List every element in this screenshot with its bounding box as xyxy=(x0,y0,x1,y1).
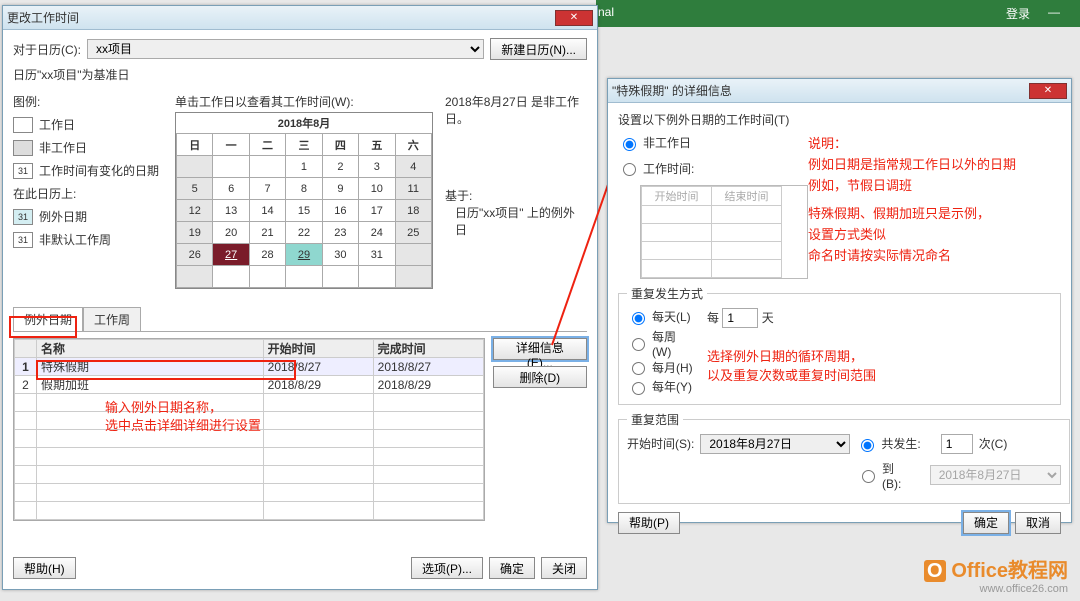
recur-note1: 选择例外日期的循环周期， xyxy=(707,346,876,365)
every-input[interactable] xyxy=(722,308,758,328)
annot-text-2: 选中点击详细详细进行设置 xyxy=(105,415,261,434)
recurrence-title: 重复发生方式 xyxy=(627,285,707,302)
note-l3: 特殊假期、假期加班只是示例， xyxy=(808,204,1058,225)
grid-col-end: 结束时间 xyxy=(712,187,782,206)
legend-work-icon xyxy=(13,117,33,133)
dow-fri: 五 xyxy=(359,134,395,156)
legend-nonwork: 非工作日 xyxy=(39,139,87,156)
options-button[interactable]: 选项(P)... xyxy=(411,557,483,579)
month-calendar[interactable]: 2018年8月 日 一 二 三 四 五 六 1234 567891011 xyxy=(175,112,433,289)
dow-mon: 一 xyxy=(213,134,249,156)
help-button[interactable]: 帮助(H) xyxy=(13,557,76,579)
range-title: 重复范围 xyxy=(627,411,683,428)
start-label: 开始时间(S): xyxy=(627,435,694,452)
app-ribbon-bg: nal 登录 — xyxy=(596,0,1080,27)
start-date-select[interactable]: 2018年8月27日 xyxy=(700,434,850,454)
worktime-grid: 开始时间结束时间 xyxy=(640,185,808,279)
close-icon[interactable]: ✕ xyxy=(555,10,593,26)
watermark: O Office教程网 www.office26.com xyxy=(924,554,1068,595)
help-button-2[interactable]: 帮助(P) xyxy=(618,512,680,534)
on-this-cal: 在此日历上: xyxy=(13,185,163,202)
base-calendar-line: 日历"xx项目"为基准日 xyxy=(13,66,587,83)
ok-button-2[interactable]: 确定 xyxy=(963,512,1009,534)
table-row: 2 假期加班 2018/8/29 2018/8/29 xyxy=(15,376,484,394)
legend-exception: 例外日期 xyxy=(39,208,87,225)
calendar-select[interactable]: xx项目 xyxy=(87,39,484,59)
dow-tue: 二 xyxy=(249,134,285,156)
radio-worktime[interactable]: 工作时间: xyxy=(618,160,694,177)
note-title: 说明： xyxy=(808,134,1058,155)
radio-monthly[interactable]: 每月(H) xyxy=(627,359,693,376)
radio-weekly[interactable]: 每周(W) xyxy=(627,328,693,359)
login-link[interactable]: 登录 xyxy=(1006,5,1030,22)
win2-title: "特殊假期" 的详细信息 xyxy=(612,82,732,99)
grid-col-start: 开始时间 xyxy=(642,187,712,206)
dow-thu: 四 xyxy=(322,134,358,156)
close-icon[interactable]: ✕ xyxy=(1029,83,1067,99)
note-l5: 命名时请按实际情况命名 xyxy=(808,246,1058,267)
radio-nonwork[interactable]: 非工作日 xyxy=(618,134,691,151)
table-row: 1 特殊假期 2018/8/27 2018/8/27 xyxy=(15,358,484,376)
legend-changed: 工作时间有变化的日期 xyxy=(39,162,159,179)
every-label: 每 xyxy=(707,311,719,325)
until-date-select[interactable]: 2018年8月27日 xyxy=(930,465,1062,485)
set-times-label: 设置以下例外日期的工作时间(T) xyxy=(618,111,1061,128)
radio-occurrences[interactable]: 共发生: xyxy=(856,435,920,452)
legend-exception-icon: 31 xyxy=(13,209,33,225)
calendar-for-label: 对于日历(C): xyxy=(13,41,81,58)
note-l2: 例如，节假日调班 xyxy=(808,176,1058,197)
day-info: 2018年8月27日 是非工作日。 xyxy=(445,93,585,127)
cancel-button-2[interactable]: 取消 xyxy=(1015,512,1061,534)
annot-text-1: 输入例外日期名称， xyxy=(105,397,222,416)
new-calendar-button[interactable]: 新建日历(N)... xyxy=(490,38,587,60)
hidden-text: nal xyxy=(598,5,614,19)
col-start: 开始时间 xyxy=(263,340,373,358)
radio-yearly[interactable]: 每年(Y) xyxy=(627,378,692,395)
dow-wed: 三 xyxy=(286,134,322,156)
close-button[interactable]: 关闭 xyxy=(541,557,587,579)
range-fieldset: 重复范围 开始时间(S): 2018年8月27日 共发生: 次(C) 到(B):… xyxy=(618,411,1070,504)
dow-sat: 六 xyxy=(395,134,431,156)
details-button[interactable]: 详细信息(E)... xyxy=(493,338,587,360)
delete-button[interactable]: 删除(D) xyxy=(493,366,587,388)
occur-input[interactable] xyxy=(941,434,973,454)
col-end: 完成时间 xyxy=(373,340,483,358)
recur-note2: 以及重复次数或重复时间范围 xyxy=(707,365,876,384)
occur-unit: 次(C) xyxy=(979,435,1008,452)
radio-daily[interactable]: 每天(L) xyxy=(627,308,691,325)
minimize-button[interactable]: — xyxy=(1048,5,1060,19)
based-on-value: 日历"xx项目" 上的例外日 xyxy=(455,204,585,238)
click-hint: 单击工作日以查看其工作时间(W): xyxy=(175,93,433,110)
tab-workweeks[interactable]: 工作周 xyxy=(83,307,141,331)
win1-title: 更改工作时间 xyxy=(7,9,79,26)
tab-exceptions[interactable]: 例外日期 xyxy=(13,307,83,331)
legend-work: 工作日 xyxy=(39,116,75,133)
based-on-label: 基于: xyxy=(445,187,585,204)
legend-customweek-icon: 31 xyxy=(13,232,33,248)
calendar-month-title: 2018年8月 xyxy=(176,113,432,133)
every-unit: 天 xyxy=(762,311,774,325)
legend-title: 图例: xyxy=(13,93,163,110)
recurrence-fieldset: 重复发生方式 每天(L) 每周(W) 每月(H) 每年(Y) 每 天 选择例外日… xyxy=(618,285,1061,405)
watermark-url: www.office26.com xyxy=(924,583,1068,595)
radio-until[interactable]: 到(B): xyxy=(857,460,910,491)
note-l1: 例如日期是指常规工作日以外的日期 xyxy=(808,155,1058,176)
legend-nonwork-icon xyxy=(13,140,33,156)
dow-sun: 日 xyxy=(177,134,213,156)
legend-changed-icon: 31 xyxy=(13,163,33,179)
watermark-brand: Office教程网 xyxy=(951,560,1068,582)
legend-customweek: 非默认工作周 xyxy=(39,231,111,248)
ok-button[interactable]: 确定 xyxy=(489,557,535,579)
col-name: 名称 xyxy=(37,340,264,358)
note-l4: 设置方式类似 xyxy=(808,225,1058,246)
